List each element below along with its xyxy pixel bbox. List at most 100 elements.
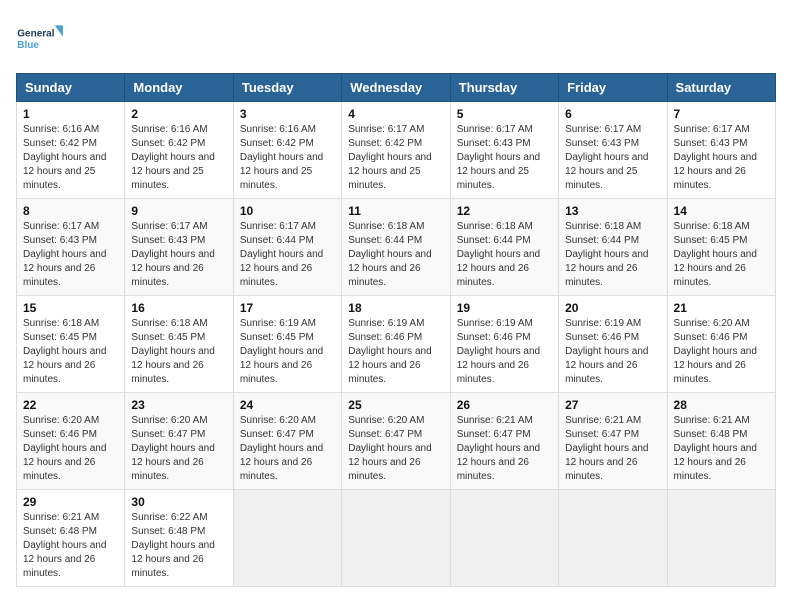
page-header: General Blue (16, 16, 776, 61)
logo-svg: General Blue (16, 16, 66, 61)
calendar-header-tuesday: Tuesday (233, 74, 341, 102)
calendar-header-sunday: Sunday (17, 74, 125, 102)
calendar-header-monday: Monday (125, 74, 233, 102)
calendar-cell (233, 490, 341, 587)
calendar-cell: 7 Sunrise: 6:17 AM Sunset: 6:43 PM Dayli… (667, 102, 775, 199)
day-number: 30 (131, 495, 226, 509)
day-number: 3 (240, 107, 335, 121)
calendar-cell: 4 Sunrise: 6:17 AM Sunset: 6:42 PM Dayli… (342, 102, 450, 199)
calendar-cell: 17 Sunrise: 6:19 AM Sunset: 6:45 PM Dayl… (233, 296, 341, 393)
day-info: Sunrise: 6:20 AM Sunset: 6:46 PM Dayligh… (23, 414, 118, 484)
day-number: 2 (131, 107, 226, 121)
day-number: 14 (674, 204, 769, 218)
calendar-cell: 11 Sunrise: 6:18 AM Sunset: 6:44 PM Dayl… (342, 199, 450, 296)
day-info: Sunrise: 6:18 AM Sunset: 6:45 PM Dayligh… (674, 220, 769, 290)
calendar-cell: 3 Sunrise: 6:16 AM Sunset: 6:42 PM Dayli… (233, 102, 341, 199)
day-info: Sunrise: 6:19 AM Sunset: 6:46 PM Dayligh… (457, 317, 552, 387)
calendar-week-4: 22 Sunrise: 6:20 AM Sunset: 6:46 PM Dayl… (17, 393, 776, 490)
calendar-cell: 26 Sunrise: 6:21 AM Sunset: 6:47 PM Dayl… (450, 393, 558, 490)
calendar-cell: 16 Sunrise: 6:18 AM Sunset: 6:45 PM Dayl… (125, 296, 233, 393)
calendar-cell: 9 Sunrise: 6:17 AM Sunset: 6:43 PM Dayli… (125, 199, 233, 296)
calendar-cell (559, 490, 667, 587)
calendar-cell (342, 490, 450, 587)
day-number: 27 (565, 398, 660, 412)
calendar-cell: 21 Sunrise: 6:20 AM Sunset: 6:46 PM Dayl… (667, 296, 775, 393)
day-number: 21 (674, 301, 769, 315)
calendar-week-5: 29 Sunrise: 6:21 AM Sunset: 6:48 PM Dayl… (17, 490, 776, 587)
calendar-header-thursday: Thursday (450, 74, 558, 102)
day-info: Sunrise: 6:18 AM Sunset: 6:44 PM Dayligh… (457, 220, 552, 290)
calendar-cell: 23 Sunrise: 6:20 AM Sunset: 6:47 PM Dayl… (125, 393, 233, 490)
calendar-cell: 25 Sunrise: 6:20 AM Sunset: 6:47 PM Dayl… (342, 393, 450, 490)
calendar-cell: 10 Sunrise: 6:17 AM Sunset: 6:44 PM Dayl… (233, 199, 341, 296)
calendar-week-1: 1 Sunrise: 6:16 AM Sunset: 6:42 PM Dayli… (17, 102, 776, 199)
calendar-cell: 18 Sunrise: 6:19 AM Sunset: 6:46 PM Dayl… (342, 296, 450, 393)
day-number: 17 (240, 301, 335, 315)
calendar-cell: 19 Sunrise: 6:19 AM Sunset: 6:46 PM Dayl… (450, 296, 558, 393)
day-number: 16 (131, 301, 226, 315)
day-number: 29 (23, 495, 118, 509)
day-info: Sunrise: 6:22 AM Sunset: 6:48 PM Dayligh… (131, 511, 226, 581)
day-info: Sunrise: 6:18 AM Sunset: 6:44 PM Dayligh… (348, 220, 443, 290)
day-info: Sunrise: 6:18 AM Sunset: 6:45 PM Dayligh… (131, 317, 226, 387)
day-info: Sunrise: 6:20 AM Sunset: 6:47 PM Dayligh… (240, 414, 335, 484)
day-number: 1 (23, 107, 118, 121)
day-info: Sunrise: 6:21 AM Sunset: 6:48 PM Dayligh… (674, 414, 769, 484)
logo: General Blue (16, 16, 66, 61)
day-number: 10 (240, 204, 335, 218)
svg-text:General: General (17, 29, 54, 40)
calendar-cell: 27 Sunrise: 6:21 AM Sunset: 6:47 PM Dayl… (559, 393, 667, 490)
day-number: 12 (457, 204, 552, 218)
calendar-cell: 8 Sunrise: 6:17 AM Sunset: 6:43 PM Dayli… (17, 199, 125, 296)
day-info: Sunrise: 6:19 AM Sunset: 6:46 PM Dayligh… (348, 317, 443, 387)
svg-text:Blue: Blue (17, 40, 39, 51)
day-number: 20 (565, 301, 660, 315)
day-info: Sunrise: 6:21 AM Sunset: 6:47 PM Dayligh… (565, 414, 660, 484)
calendar-cell (667, 490, 775, 587)
day-number: 26 (457, 398, 552, 412)
calendar-cell: 6 Sunrise: 6:17 AM Sunset: 6:43 PM Dayli… (559, 102, 667, 199)
day-info: Sunrise: 6:19 AM Sunset: 6:45 PM Dayligh… (240, 317, 335, 387)
day-number: 13 (565, 204, 660, 218)
calendar-cell: 22 Sunrise: 6:20 AM Sunset: 6:46 PM Dayl… (17, 393, 125, 490)
day-info: Sunrise: 6:20 AM Sunset: 6:47 PM Dayligh… (348, 414, 443, 484)
day-info: Sunrise: 6:17 AM Sunset: 6:43 PM Dayligh… (131, 220, 226, 290)
calendar-week-3: 15 Sunrise: 6:18 AM Sunset: 6:45 PM Dayl… (17, 296, 776, 393)
day-number: 28 (674, 398, 769, 412)
day-info: Sunrise: 6:18 AM Sunset: 6:44 PM Dayligh… (565, 220, 660, 290)
day-number: 11 (348, 204, 443, 218)
calendar-cell: 29 Sunrise: 6:21 AM Sunset: 6:48 PM Dayl… (17, 490, 125, 587)
day-number: 15 (23, 301, 118, 315)
calendar-cell: 12 Sunrise: 6:18 AM Sunset: 6:44 PM Dayl… (450, 199, 558, 296)
day-info: Sunrise: 6:17 AM Sunset: 6:44 PM Dayligh… (240, 220, 335, 290)
calendar-week-2: 8 Sunrise: 6:17 AM Sunset: 6:43 PM Dayli… (17, 199, 776, 296)
day-info: Sunrise: 6:18 AM Sunset: 6:45 PM Dayligh… (23, 317, 118, 387)
day-info: Sunrise: 6:17 AM Sunset: 6:43 PM Dayligh… (457, 123, 552, 193)
calendar-cell: 5 Sunrise: 6:17 AM Sunset: 6:43 PM Dayli… (450, 102, 558, 199)
calendar-table: SundayMondayTuesdayWednesdayThursdayFrid… (16, 73, 776, 587)
calendar-cell: 30 Sunrise: 6:22 AM Sunset: 6:48 PM Dayl… (125, 490, 233, 587)
calendar-cell: 1 Sunrise: 6:16 AM Sunset: 6:42 PM Dayli… (17, 102, 125, 199)
calendar-header-friday: Friday (559, 74, 667, 102)
day-number: 25 (348, 398, 443, 412)
day-number: 23 (131, 398, 226, 412)
day-info: Sunrise: 6:20 AM Sunset: 6:46 PM Dayligh… (674, 317, 769, 387)
day-info: Sunrise: 6:17 AM Sunset: 6:43 PM Dayligh… (565, 123, 660, 193)
calendar-cell: 2 Sunrise: 6:16 AM Sunset: 6:42 PM Dayli… (125, 102, 233, 199)
day-number: 8 (23, 204, 118, 218)
calendar-cell: 15 Sunrise: 6:18 AM Sunset: 6:45 PM Dayl… (17, 296, 125, 393)
day-number: 5 (457, 107, 552, 121)
day-number: 18 (348, 301, 443, 315)
day-info: Sunrise: 6:17 AM Sunset: 6:43 PM Dayligh… (23, 220, 118, 290)
day-info: Sunrise: 6:17 AM Sunset: 6:42 PM Dayligh… (348, 123, 443, 193)
day-info: Sunrise: 6:16 AM Sunset: 6:42 PM Dayligh… (240, 123, 335, 193)
day-number: 24 (240, 398, 335, 412)
day-info: Sunrise: 6:17 AM Sunset: 6:43 PM Dayligh… (674, 123, 769, 193)
day-number: 4 (348, 107, 443, 121)
day-number: 22 (23, 398, 118, 412)
calendar-cell: 13 Sunrise: 6:18 AM Sunset: 6:44 PM Dayl… (559, 199, 667, 296)
calendar-cell: 28 Sunrise: 6:21 AM Sunset: 6:48 PM Dayl… (667, 393, 775, 490)
day-info: Sunrise: 6:21 AM Sunset: 6:48 PM Dayligh… (23, 511, 118, 581)
calendar-header-saturday: Saturday (667, 74, 775, 102)
day-info: Sunrise: 6:16 AM Sunset: 6:42 PM Dayligh… (131, 123, 226, 193)
